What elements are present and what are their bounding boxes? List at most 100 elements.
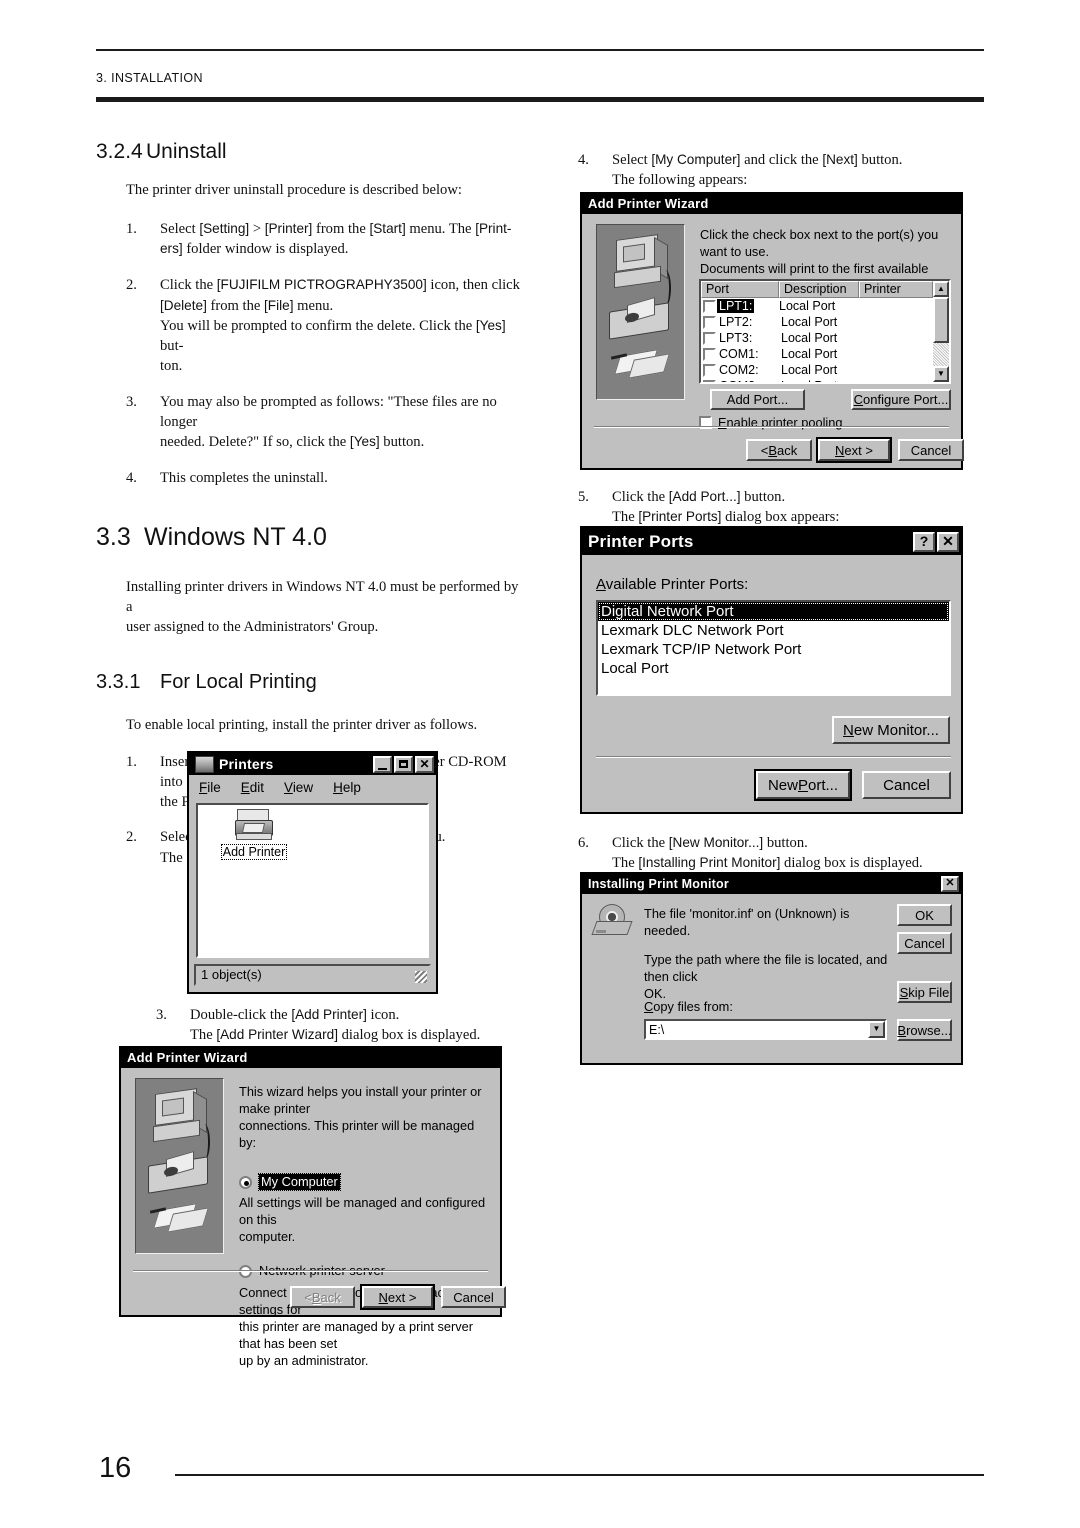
- list-text: Double-click the [Add Printer] icon. The …: [190, 1007, 481, 1044]
- add-printer-wizard-local[interactable]: Add Printer Wizard This wizard helps you…: [119, 1046, 506, 1368]
- install-monitor-titlebar: Installing Print Monitor ✕: [582, 874, 961, 894]
- configure-port-button[interactable]: Configure Port...: [851, 389, 951, 410]
- wizard-ports-illustration: [596, 224, 685, 400]
- printer-ports-divider: [596, 756, 951, 758]
- list-marker: 4.: [578, 152, 589, 168]
- column-header-printer[interactable]: Printer: [859, 281, 933, 298]
- cancel-button[interactable]: Cancel: [897, 932, 952, 954]
- menu-help[interactable]: Help: [333, 780, 361, 795]
- cancel-button[interactable]: Cancel: [898, 439, 964, 461]
- printers-title-text: Printers: [219, 756, 274, 772]
- scrollbar-track[interactable]: [933, 343, 949, 366]
- table-cell-description: Local Port: [779, 299, 836, 313]
- heading-3-2-4: 3.2.4 Uninstall: [96, 140, 528, 164]
- heading-number: 3.3.1: [96, 670, 141, 693]
- cd-drive-icon: [591, 904, 634, 940]
- heading-3-3: 3.3 Windows NT 4.0: [96, 523, 528, 552]
- close-icon[interactable]: ✕: [941, 876, 959, 892]
- table-row[interactable]: COM2: Local Port: [701, 362, 933, 378]
- listview-header[interactable]: Port Description Printer: [701, 281, 949, 298]
- menu-edit[interactable]: Edit: [241, 780, 264, 795]
- table-cell-description: Local Port: [781, 378, 861, 382]
- wizard-local-title-text: Add Printer Wizard: [127, 1050, 248, 1065]
- list-marker: 3.: [126, 394, 137, 410]
- printer-ports-listbox[interactable]: Digital Network Port Lexmark DLC Network…: [596, 600, 951, 696]
- heading-title: For Local Printing: [160, 670, 317, 693]
- scrollbar-thumb[interactable]: [933, 297, 949, 343]
- port-checkbox[interactable]: [702, 348, 716, 362]
- help-button[interactable]: ?: [913, 531, 935, 552]
- resize-grip[interactable]: [415, 971, 427, 983]
- page-number: 16: [99, 1452, 132, 1484]
- wizard-ports-divider: [594, 426, 949, 428]
- port-checkbox[interactable]: [702, 364, 716, 378]
- close-button[interactable]: ✕: [415, 755, 434, 773]
- port-checkbox[interactable]: [702, 300, 716, 314]
- table-row[interactable]: LPT2: Local Port: [701, 314, 933, 330]
- back-button[interactable]: < Back: [290, 1286, 355, 1308]
- table-cell-port: LPT3:: [719, 331, 753, 345]
- list-marker: 1.: [126, 754, 137, 770]
- new-port-button[interactable]: New Port...: [754, 769, 852, 801]
- table-row[interactable]: COM3: Local Port: [701, 378, 933, 382]
- maximize-button[interactable]: [394, 755, 413, 773]
- scroll-up-arrow[interactable]: ▲: [933, 281, 949, 297]
- radio-my-computer-indicator[interactable]: [239, 1175, 252, 1189]
- list-item[interactable]: Lexmark DLC Network Port: [598, 621, 949, 640]
- header-rule-thick: [96, 97, 984, 102]
- printers-menubar[interactable]: File Edit View Help: [189, 775, 436, 799]
- table-row[interactable]: LPT1: Local Port: [701, 298, 933, 314]
- minimize-button[interactable]: [373, 755, 392, 773]
- next-button[interactable]: Next >: [360, 1284, 435, 1310]
- add-port-button[interactable]: Add Port...: [710, 389, 805, 410]
- printers-statusbar: 1 object(s): [194, 964, 431, 986]
- list-item[interactable]: Digital Network Port: [598, 602, 949, 621]
- skip-file-button[interactable]: Skip File: [897, 981, 952, 1003]
- new-monitor-button[interactable]: New Monitor...: [832, 716, 950, 744]
- listview-rows[interactable]: LPT1: Local Port LPT2: Local Port LPT3: …: [701, 298, 933, 382]
- document-page: 3. INSTALLATION 3.2.4 Uninstall The print…: [0, 0, 1080, 1528]
- column-header-port[interactable]: Port: [701, 281, 779, 298]
- menu-file[interactable]: File: [199, 780, 221, 795]
- table-cell-description: Local Port: [781, 331, 838, 345]
- table-row[interactable]: COM1: Local Port: [701, 346, 933, 362]
- add-printer-wizard-ports[interactable]: Add Printer Wizard Click the check box n…: [580, 192, 964, 470]
- back-button[interactable]: < Back: [746, 439, 812, 461]
- table-cell-description: Local Port: [781, 363, 838, 377]
- footer-rule: [175, 1474, 984, 1476]
- printers-titlebar: Printers ✕: [189, 753, 436, 775]
- wizard-local-titlebar: Add Printer Wizard: [121, 1048, 500, 1068]
- list-item[interactable]: Add Printer: [218, 809, 290, 861]
- table-row[interactable]: LPT3: Local Port: [701, 330, 933, 346]
- close-icon[interactable]: ✕: [937, 531, 959, 552]
- list-marker: 6.: [578, 835, 589, 851]
- port-checkbox[interactable]: [702, 332, 716, 346]
- table-cell-port: COM1:: [719, 347, 759, 361]
- browse-button[interactable]: Browse...: [897, 1019, 952, 1041]
- menu-view[interactable]: View: [284, 780, 313, 795]
- scroll-down-arrow[interactable]: ▼: [933, 366, 949, 382]
- cancel-button[interactable]: Cancel: [862, 771, 951, 799]
- list-item: 4. Select [My Computer] and click the [N…: [578, 150, 1012, 190]
- copy-files-from-label: Copy files from:: [644, 999, 733, 1014]
- listview-scrollbar[interactable]: ▲ ▼: [933, 281, 949, 382]
- cancel-button[interactable]: Cancel: [441, 1286, 506, 1308]
- install-monitor-message-1: The file 'monitor.inf' on (Unknown) is n…: [644, 906, 850, 938]
- printer-ports-dialog[interactable]: Printer Ports ? ✕ Available Printer Port…: [580, 526, 963, 814]
- running-head: 3. INSTALLATION: [96, 71, 203, 85]
- printers-window[interactable]: Printers ✕ File Edit View Help Add Print…: [187, 751, 438, 994]
- copy-files-from-combobox[interactable]: E:\ ▼: [644, 1019, 887, 1040]
- list-item[interactable]: Local Port: [598, 659, 949, 678]
- list-item[interactable]: Lexmark TCP/IP Network Port: [598, 640, 949, 659]
- next-button[interactable]: Next >: [816, 437, 892, 463]
- port-checkbox[interactable]: [702, 380, 716, 382]
- installing-print-monitor-dialog[interactable]: Installing Print Monitor ✕ The file 'mon…: [580, 872, 963, 1065]
- radio-my-computer[interactable]: My Computer: [239, 1172, 489, 1192]
- port-checkbox[interactable]: [702, 316, 716, 330]
- chevron-down-icon[interactable]: ▼: [868, 1021, 885, 1038]
- ok-button[interactable]: OK: [897, 904, 952, 926]
- column-header-description[interactable]: Description: [779, 281, 859, 298]
- list-item: 3. You may also be prompted as follows: …: [126, 392, 528, 452]
- available-ports-listview[interactable]: Port Description Printer LPT1: Local Por…: [699, 279, 951, 384]
- uninstall-intro: The printer driver uninstall procedure i…: [126, 182, 462, 198]
